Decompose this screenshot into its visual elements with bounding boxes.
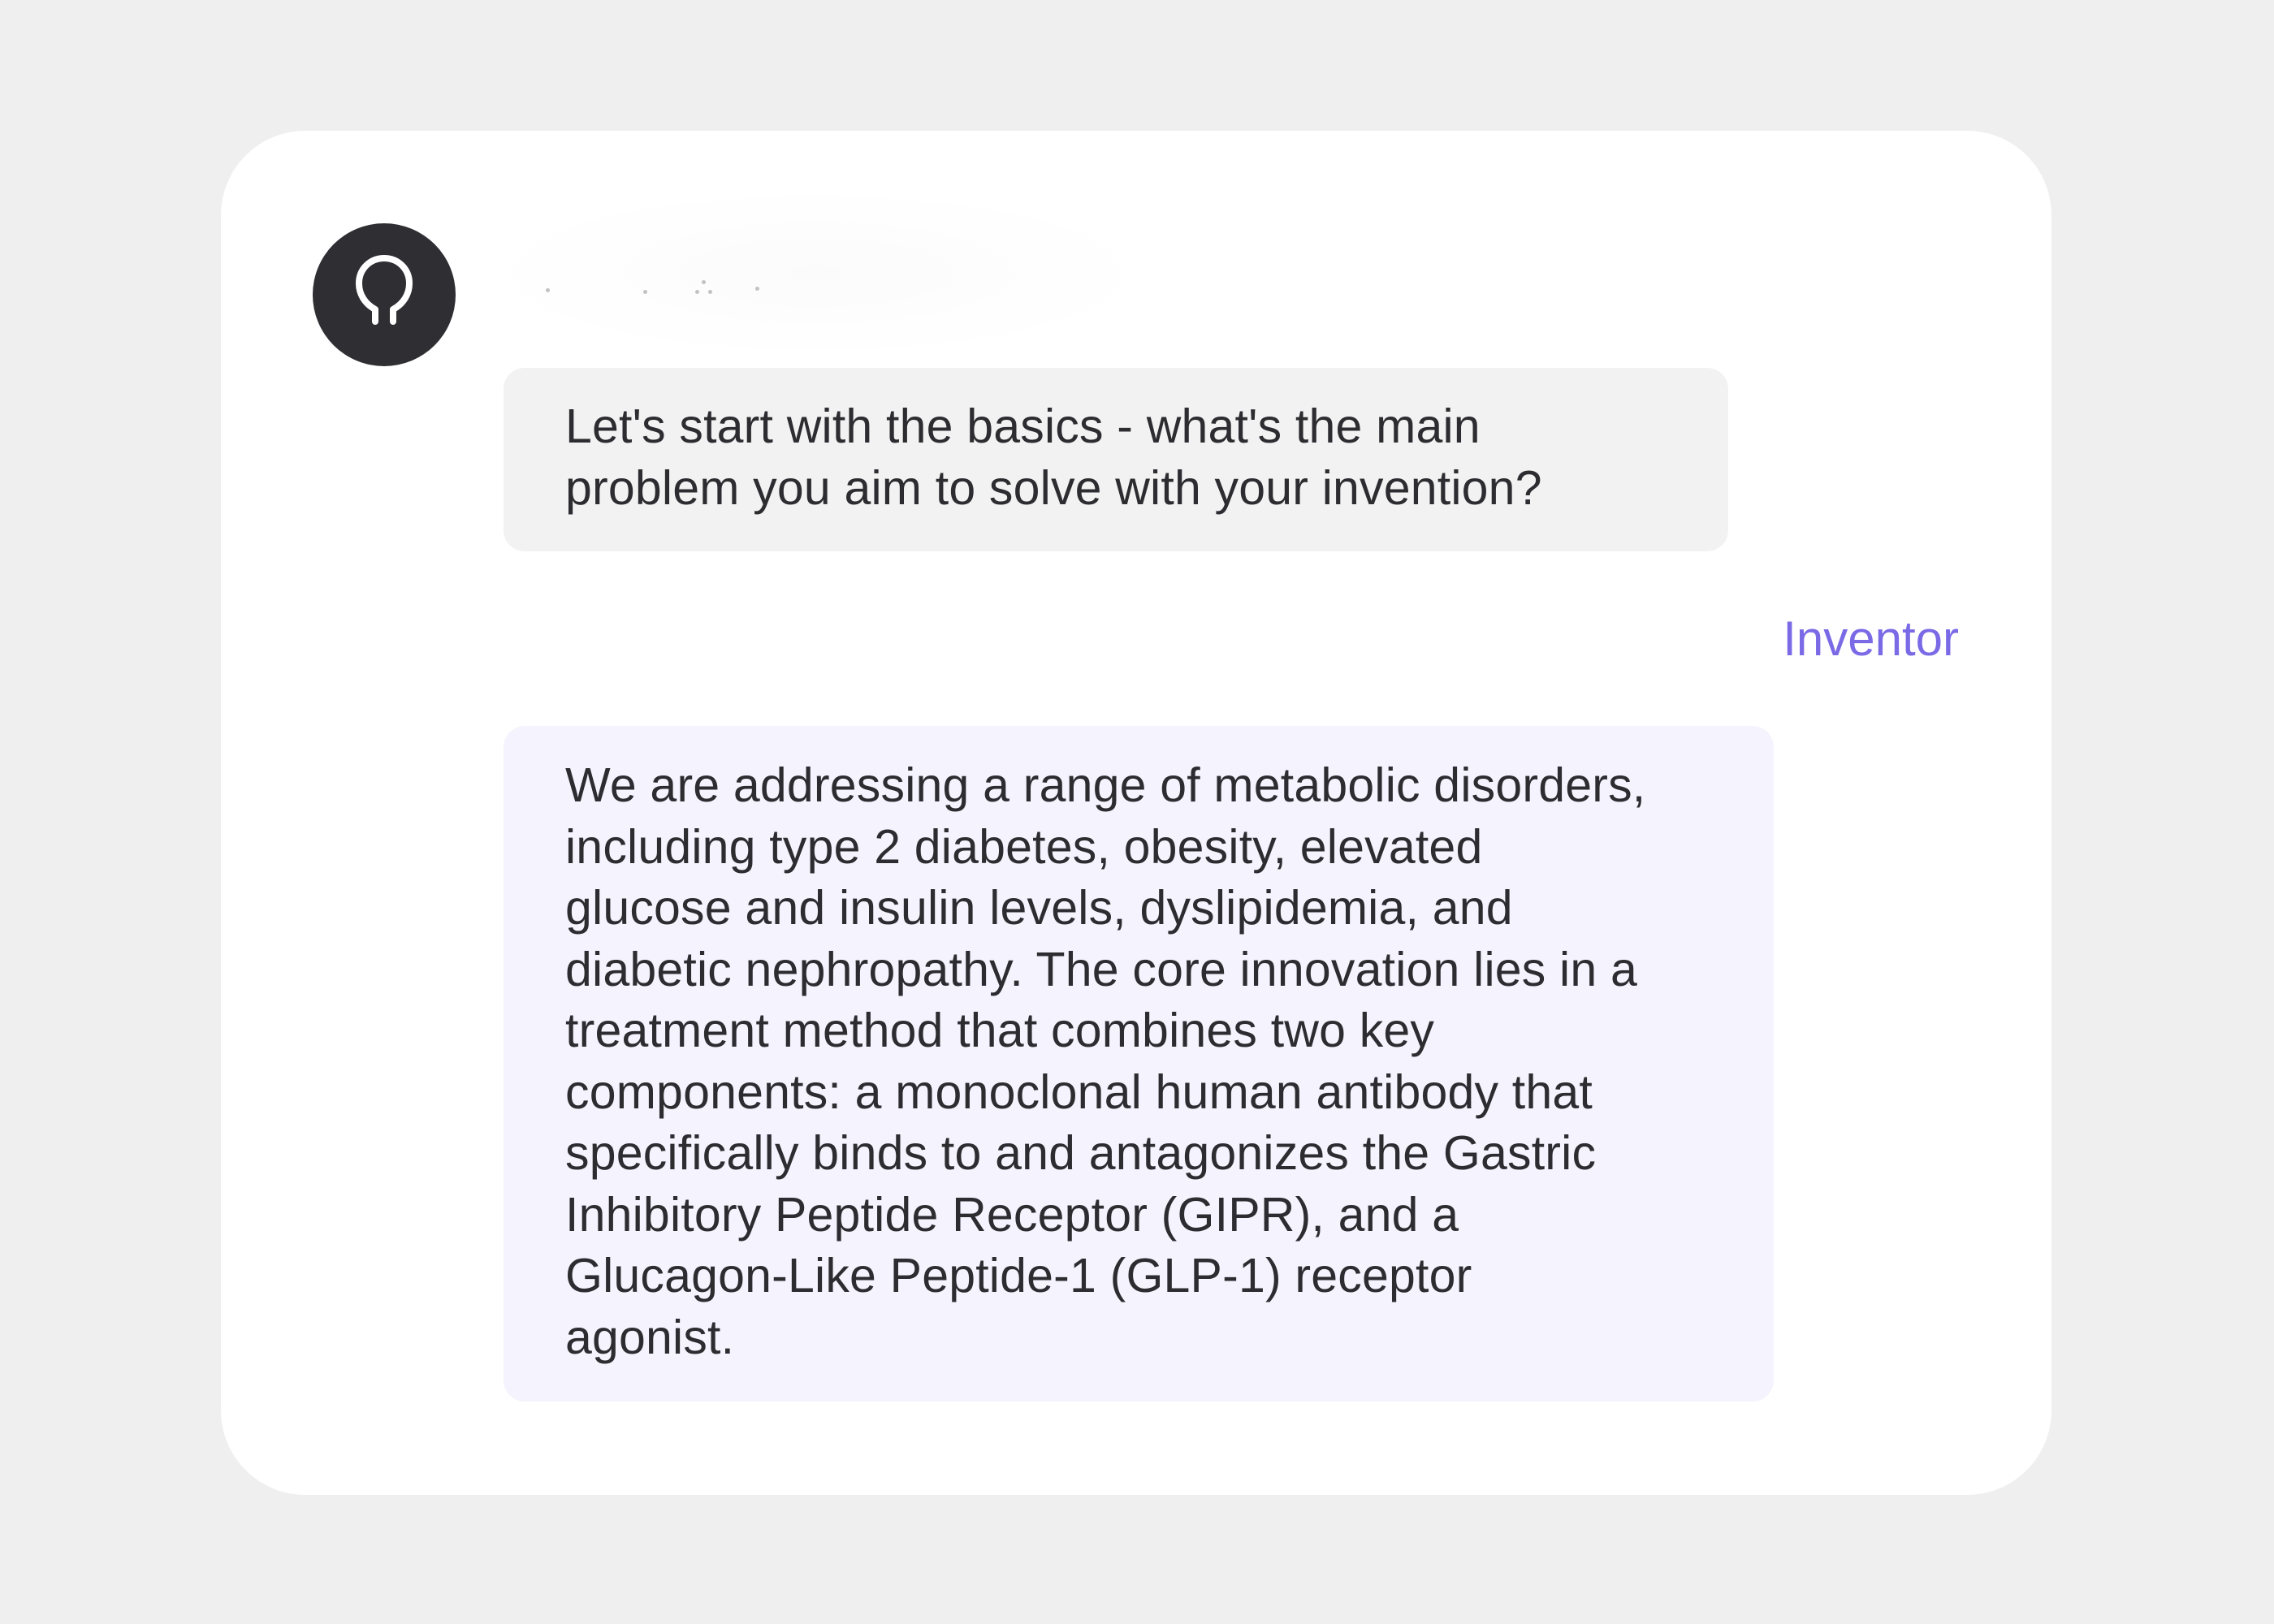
assistant-message-text: Let's start with the basics - what's the…	[565, 400, 1542, 515]
typing-indicator	[481, 188, 1155, 358]
user-message-text: We are addressing a range of metabolic d…	[565, 758, 1646, 1364]
user-message-bubble: We are addressing a range of metabolic d…	[504, 726, 1774, 1402]
sender-label-inventor: Inventor	[1783, 611, 1959, 666]
assistant-message-bubble: Let's start with the basics - what's the…	[504, 368, 1728, 551]
assistant-avatar	[313, 223, 456, 366]
chat-card: Let's start with the basics - what's the…	[221, 131, 2051, 1495]
lightbulb-outline-icon	[335, 246, 433, 343]
